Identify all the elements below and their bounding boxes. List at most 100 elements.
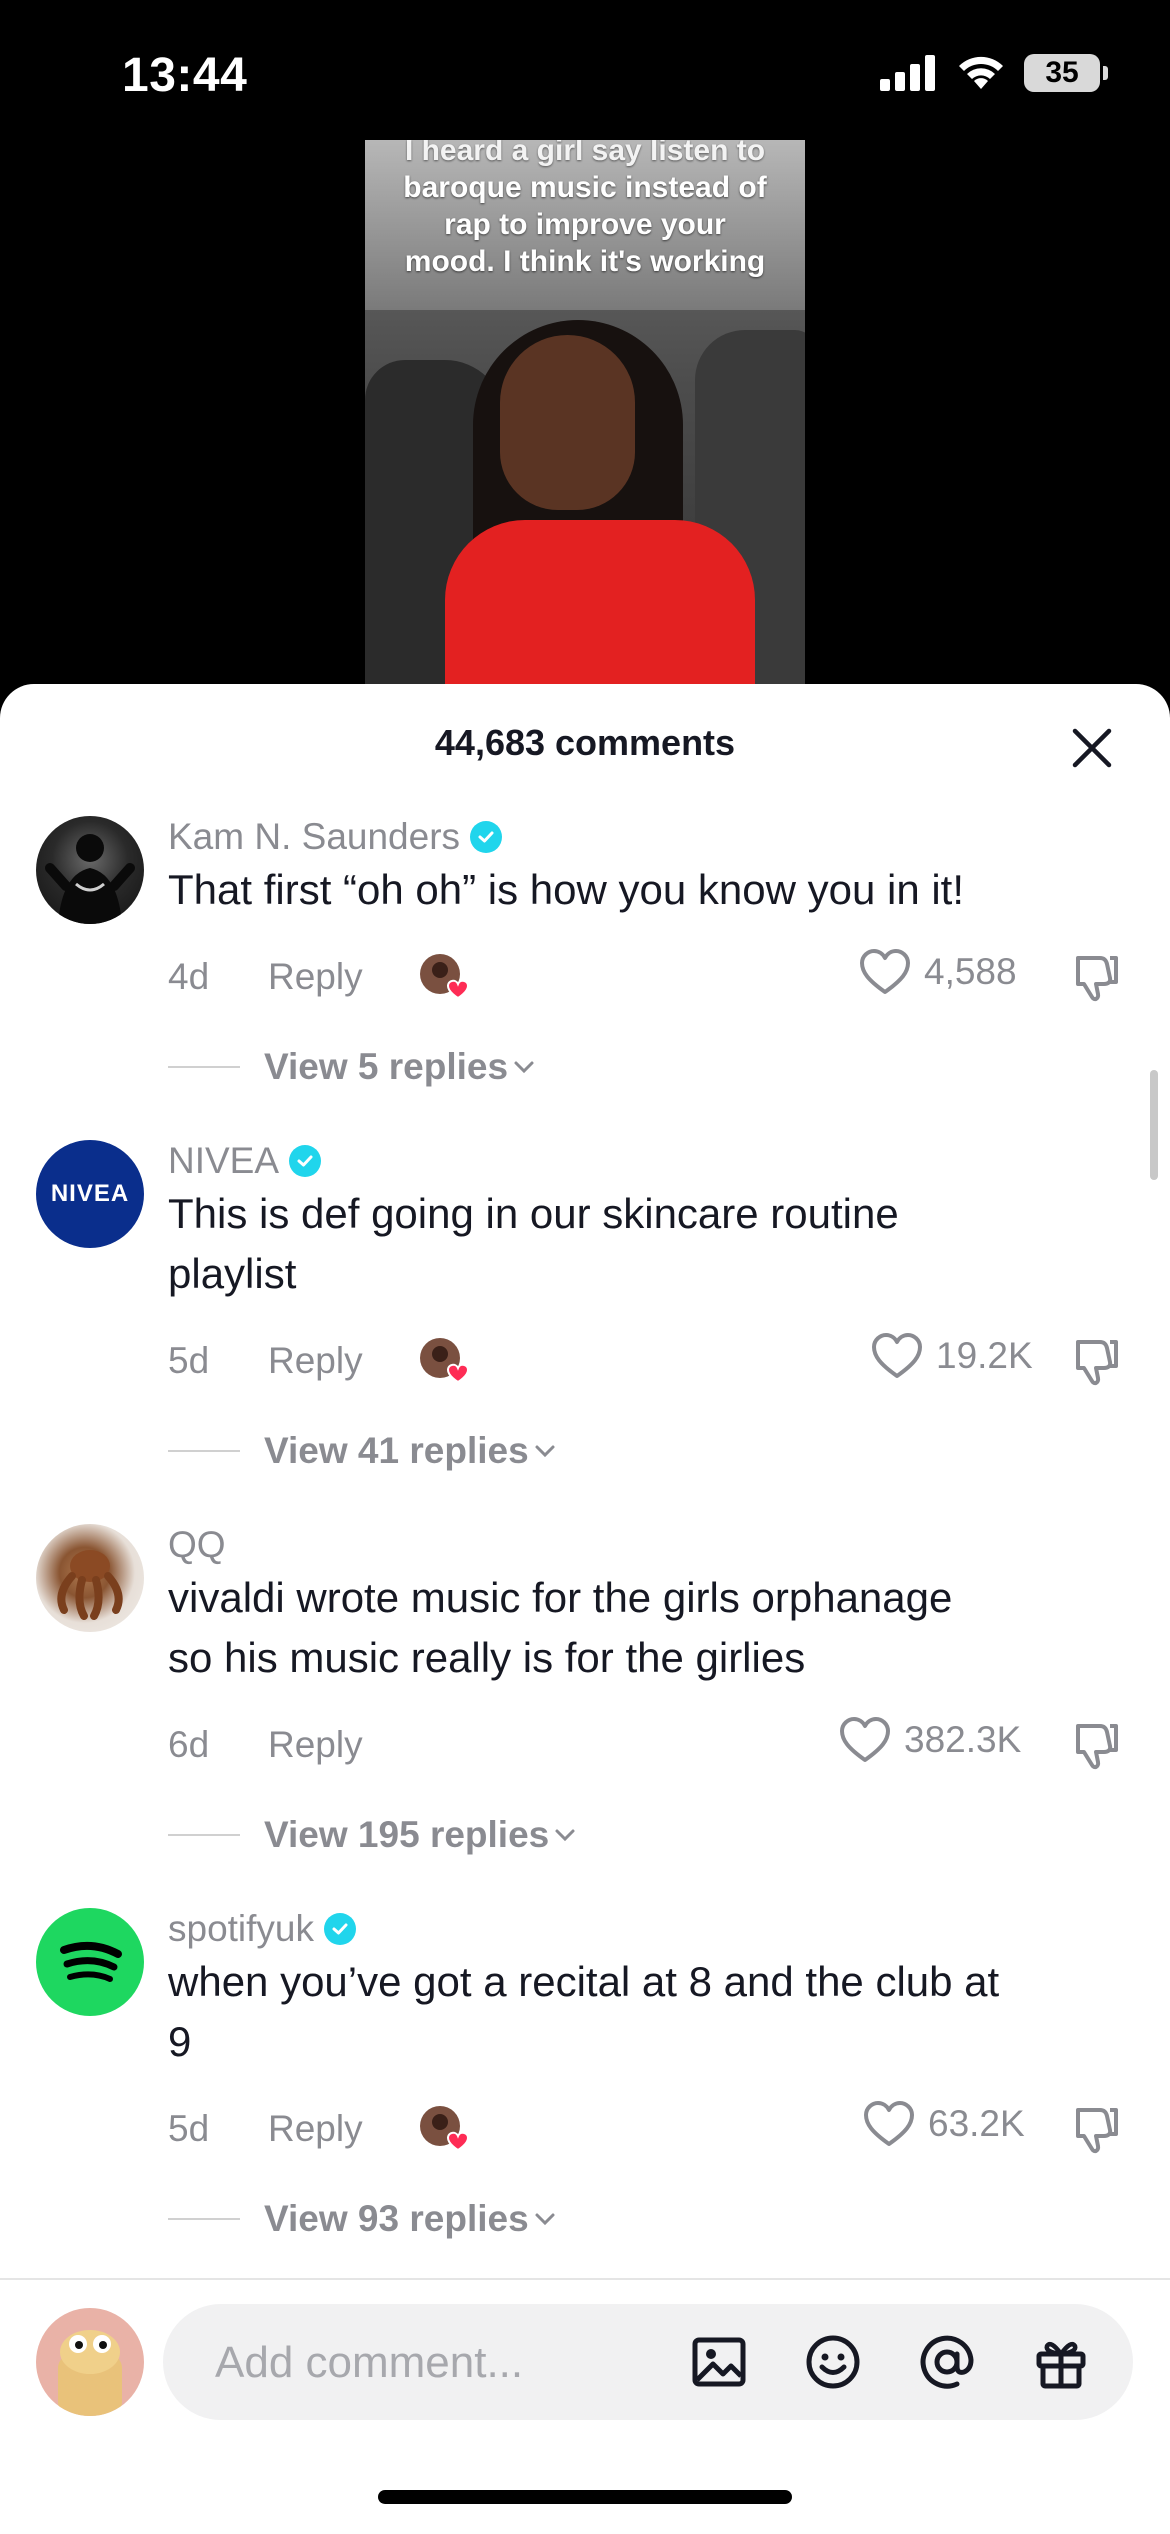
creator-liked-icon — [420, 954, 470, 1000]
like-button[interactable]: 4,588 — [858, 948, 1017, 996]
reply-button[interactable]: Reply — [268, 1724, 363, 1766]
comment-username[interactable]: spotifyuk — [168, 1908, 357, 1950]
comment-text: That first “oh oh” is how you know you i… — [168, 860, 1128, 920]
comment-text: vivaldi wrote music for the girls orphan… — [168, 1568, 1128, 1688]
avatar-figure — [58, 2330, 122, 2416]
comment-username[interactable]: QQ — [168, 1524, 226, 1566]
reply-button[interactable]: Reply — [268, 956, 363, 998]
verified-badge-icon — [470, 821, 503, 853]
username-text: Kam N. Saunders — [168, 816, 461, 857]
view-replies-button[interactable]: View 93 replies — [168, 2198, 561, 2240]
comment-username[interactable]: NIVEA — [168, 1140, 322, 1182]
comment-text-line: vivaldi wrote music for the girls orphan… — [168, 1574, 953, 1621]
scrollbar[interactable] — [1150, 1070, 1158, 1180]
avatar[interactable] — [36, 1524, 144, 1632]
like-button[interactable]: 19.2K — [870, 1332, 1033, 1380]
replies-divider — [168, 1834, 240, 1836]
reply-button[interactable]: Reply — [268, 2108, 363, 2150]
like-count: 382.3K — [904, 1719, 1022, 1760]
battery-icon: 35 — [1024, 54, 1108, 92]
dislike-icon[interactable] — [1070, 1720, 1122, 1772]
avatar[interactable]: NIVEA — [36, 1140, 144, 1248]
comments-count-title: 44,683 comments — [434, 722, 736, 763]
comment-text: This is def going in our skincare routin… — [168, 1184, 1128, 1304]
comment-age: 5d — [168, 2108, 210, 2149]
like-count: 19.2K — [936, 1335, 1033, 1376]
comment-text-line: That first “oh oh” is how you know you i… — [168, 866, 965, 913]
username-text: QQ — [168, 1524, 226, 1565]
comment-meta: 5d Reply — [168, 2106, 470, 2152]
chevron-down-icon — [514, 1061, 534, 1074]
nivea-logo-text: NIVEA — [50, 1180, 130, 1207]
view-replies-button[interactable]: View 5 replies — [168, 1046, 540, 1088]
video-preview[interactable]: I heard a girl say listen to baroque mus… — [365, 140, 805, 688]
home-indicator[interactable] — [378, 2490, 792, 2504]
comment-text-line: so his music really is for the girlies — [168, 1634, 806, 1681]
add-comment-input[interactable] — [213, 2332, 637, 2394]
close-icon — [1072, 728, 1112, 768]
comment-text-line: playlist — [168, 1250, 297, 1297]
comment-username[interactable]: Kam N. Saunders — [168, 816, 503, 858]
like-button[interactable]: 63.2K — [862, 2100, 1025, 2148]
avatar[interactable] — [36, 1908, 144, 2016]
creator-liked-icon — [420, 2106, 470, 2152]
view-replies-text: View 5 replies — [264, 1046, 509, 1087]
image-icon[interactable] — [689, 2332, 749, 2392]
creator-liked-icon — [420, 1338, 470, 1384]
reply-button[interactable]: Reply — [268, 1340, 363, 1382]
view-replies-text: View 41 replies — [264, 1430, 529, 1471]
avatar[interactable] — [36, 816, 144, 924]
replies-divider — [168, 1450, 240, 1452]
battery-level: 35 — [1045, 56, 1079, 89]
comment-meta: 6d Reply — [168, 1724, 363, 1766]
heart-icon — [872, 1333, 922, 1378]
comment-age: 4d — [168, 956, 210, 997]
username-text: NIVEA — [168, 1140, 280, 1181]
gift-icon[interactable] — [1031, 2332, 1091, 2392]
verified-badge-icon — [324, 1913, 357, 1945]
avatar-figure — [45, 834, 135, 924]
chevron-down-icon — [535, 2213, 555, 2226]
comment-meta: 4d Reply — [168, 954, 470, 1000]
comment-age: 5d — [168, 1340, 210, 1381]
dislike-icon[interactable] — [1070, 2104, 1122, 2156]
status-bar: 13:44 35 — [0, 0, 1170, 140]
comment-text-line: 9 — [168, 2018, 192, 2065]
close-button[interactable] — [1066, 722, 1118, 774]
heart-icon — [860, 949, 910, 994]
chevron-down-icon — [535, 1445, 555, 1458]
like-count: 4,588 — [924, 951, 1017, 992]
replies-divider — [168, 2218, 240, 2220]
emoji-icon[interactable] — [803, 2332, 863, 2392]
dislike-icon[interactable] — [1070, 952, 1122, 1004]
chevron-down-icon — [555, 1829, 575, 1842]
comment-text-line: This is def going in our skincare routin… — [168, 1190, 899, 1237]
video-person-face — [500, 335, 635, 510]
my-avatar[interactable] — [36, 2308, 144, 2416]
like-count: 63.2K — [928, 2103, 1025, 2144]
comments-sheet: 44,683 comments Kam N. Saunders That fir… — [0, 684, 1170, 2532]
view-replies-button[interactable]: View 41 replies — [168, 1430, 561, 1472]
heart-icon — [864, 2101, 914, 2146]
comment-text-line: when you’ve got a recital at 8 and the c… — [168, 1958, 1000, 2005]
dislike-icon[interactable] — [1070, 1336, 1122, 1388]
replies-divider — [168, 1066, 240, 1068]
video-caption: I heard a girl say listen to baroque mus… — [365, 140, 805, 280]
video-caption-line: baroque music instead of — [403, 171, 767, 204]
status-icons: 35 — [880, 54, 1108, 92]
verified-badge-icon — [289, 1145, 322, 1177]
spotify-logo-icon — [60, 1941, 122, 1982]
like-button[interactable]: 382.3K — [838, 1716, 1021, 1764]
view-replies-text: View 195 replies — [264, 1814, 550, 1855]
video-caption-line: I heard a girl say listen to — [404, 140, 766, 167]
comment-meta: 5d Reply — [168, 1338, 470, 1384]
video-caption-line: mood. I think it's working — [404, 245, 766, 278]
avatar-figure — [57, 1550, 123, 1620]
mention-icon[interactable] — [917, 2332, 977, 2392]
heart-icon — [840, 1717, 890, 1762]
video-caption-line: rap to improve your — [444, 208, 726, 241]
username-text: spotifyuk — [168, 1908, 315, 1949]
comment-input-pill — [163, 2304, 1133, 2420]
status-time: 13:44 — [122, 49, 248, 102]
view-replies-button[interactable]: View 195 replies — [168, 1814, 581, 1856]
